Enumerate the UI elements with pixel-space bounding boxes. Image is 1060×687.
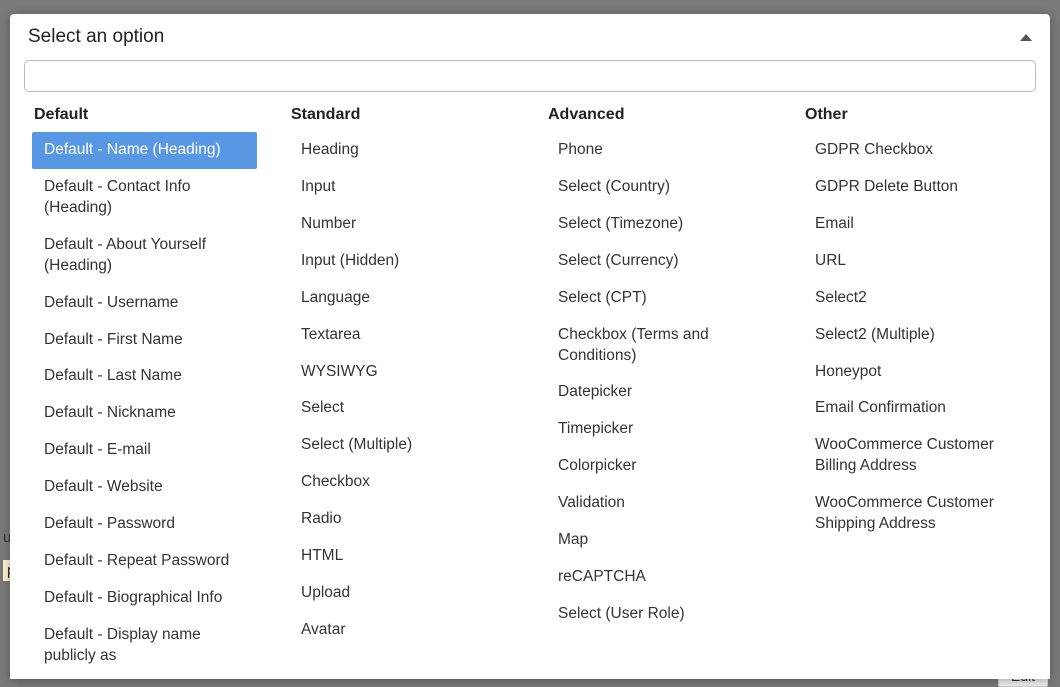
option-item[interactable]: Input (Hidden) [289,243,514,280]
select-option-modal: Select an option DefaultDefault - Name (… [10,14,1050,679]
option-list: PhoneSelect (Country)Select (Timezone)Se… [546,132,771,633]
option-item[interactable]: Select (User Role) [546,596,771,633]
option-item[interactable]: Select (CPT) [546,280,771,317]
option-item[interactable]: Default - Password [32,506,257,543]
option-item[interactable]: WooCommerce Customer Shipping Address [803,485,1028,543]
option-item[interactable]: WYSIWYG [289,354,514,391]
search-input[interactable] [24,60,1036,92]
option-item[interactable]: Default - Contact Info (Heading) [32,169,257,227]
option-item[interactable]: Default - Display name publicly as [32,617,257,675]
option-item[interactable]: Select [289,390,514,427]
option-item[interactable]: Validation [546,485,771,522]
option-item[interactable]: Timepicker [546,411,771,448]
option-group: DefaultDefault - Name (Heading)Default -… [16,102,273,679]
option-item[interactable]: Upload [289,575,514,612]
option-item[interactable]: Default - About Yourself (Heading) [32,227,257,285]
option-item[interactable]: Default - Name (Heading) [32,132,257,169]
option-item[interactable]: Avatar [289,612,514,649]
option-item[interactable]: Textarea [289,317,514,354]
option-list: Default - Name (Heading)Default - Contac… [32,132,257,675]
option-item[interactable]: Honeypot [803,354,1028,391]
option-item[interactable]: Email Confirmation [803,390,1028,427]
option-item[interactable]: Default - Last Name [32,358,257,395]
option-item[interactable]: Colorpicker [546,448,771,485]
option-item[interactable]: Email [803,206,1028,243]
option-item[interactable]: Select (Timezone) [546,206,771,243]
option-item[interactable]: URL [803,243,1028,280]
option-item[interactable]: Select (Country) [546,169,771,206]
option-item[interactable]: Language [289,280,514,317]
option-item[interactable]: reCAPTCHA [546,559,771,596]
option-group: OtherGDPR CheckboxGDPR Delete ButtonEmai… [787,102,1044,679]
option-item[interactable]: Select2 [803,280,1028,317]
group-label: Default [32,102,257,132]
option-item[interactable]: HTML [289,538,514,575]
group-label: Standard [289,102,514,132]
option-item[interactable]: GDPR Checkbox [803,132,1028,169]
option-item[interactable]: Default - Username [32,285,257,322]
collapse-caret-icon[interactable] [1020,34,1032,41]
option-item[interactable]: Select (Currency) [546,243,771,280]
modal-title: Select an option [28,26,164,48]
option-columns: DefaultDefault - Name (Heading)Default -… [10,102,1050,679]
option-item[interactable]: WooCommerce Customer Billing Address [803,427,1028,485]
option-item[interactable]: Default - First Name [32,322,257,359]
option-item[interactable]: Checkbox [289,464,514,501]
option-item[interactable]: Input [289,169,514,206]
modal-header: Select an option [10,14,1050,56]
option-item[interactable]: Number [289,206,514,243]
group-label: Advanced [546,102,771,132]
option-item[interactable]: Select2 (Multiple) [803,317,1028,354]
option-group: AdvancedPhoneSelect (Country)Select (Tim… [530,102,787,679]
option-item[interactable]: Default - Website [32,469,257,506]
option-item[interactable]: GDPR Delete Button [803,169,1028,206]
option-item[interactable]: Map [546,522,771,559]
option-item[interactable]: Default - E-mail [32,432,257,469]
option-item[interactable]: Default - Biographical Info [32,580,257,617]
group-label: Other [803,102,1028,132]
option-group: StandardHeadingInputNumberInput (Hidden)… [273,102,530,679]
option-item[interactable]: Datepicker [546,374,771,411]
option-list: HeadingInputNumberInput (Hidden)Language… [289,132,514,649]
option-item[interactable]: Default - Nickname [32,395,257,432]
option-item[interactable]: Phone [546,132,771,169]
search-wrapper [10,56,1050,102]
option-item[interactable]: Checkbox (Terms and Conditions) [546,317,771,375]
option-list: GDPR CheckboxGDPR Delete ButtonEmailURLS… [803,132,1028,543]
option-item[interactable]: Default - Repeat Password [32,543,257,580]
option-item[interactable]: Radio [289,501,514,538]
option-item[interactable]: Select (Multiple) [289,427,514,464]
option-item[interactable]: Heading [289,132,514,169]
